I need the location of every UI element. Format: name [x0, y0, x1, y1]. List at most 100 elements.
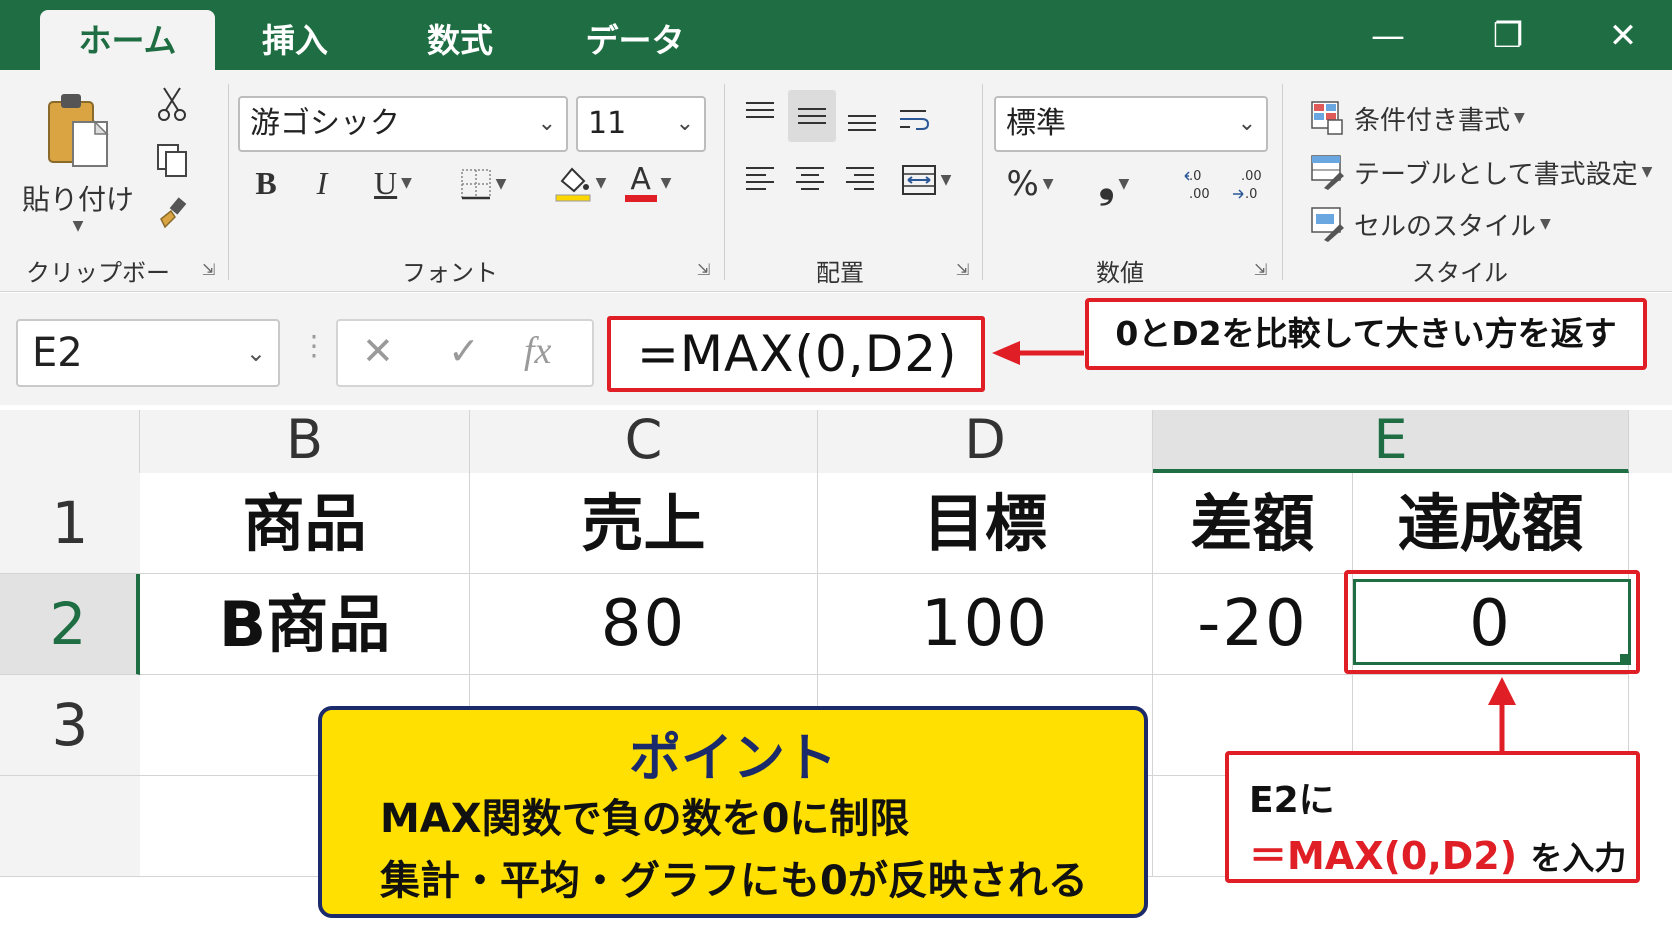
formula-input[interactable]: =MAX(0,D2) [607, 316, 985, 392]
merge-center-button[interactable]: ▼ [892, 158, 960, 202]
row-header-4[interactable] [0, 776, 140, 877]
cell-styles-icon [1311, 207, 1344, 242]
cell-styles-label: セルのスタイル [1354, 211, 1537, 242]
clipboard-launcher-icon[interactable]: ⇲ [202, 260, 222, 280]
cell-c1[interactable]: 売上 [470, 473, 818, 574]
font-name-dropdown[interactable]: 游ゴシック ⌄ [238, 96, 568, 152]
caret-down-icon: ▼ [1641, 164, 1653, 180]
divider [982, 84, 983, 280]
column-header-e[interactable]: E [1153, 410, 1629, 473]
comma-style-button[interactable]: ❟ ▼ [1082, 161, 1146, 207]
e2-callout-suffix: を入力 [1530, 839, 1627, 877]
minimize-button[interactable]: — [1360, 14, 1416, 58]
paste-button[interactable]: 貼り付け ▼ [22, 82, 134, 242]
font-color-swatch [624, 194, 657, 202]
column-header-d[interactable]: D [818, 410, 1153, 473]
percent-style-button[interactable]: % ▼ [998, 162, 1062, 206]
cell-e1-achieved[interactable]: 達成額 [1353, 473, 1629, 574]
e2-callout-formula: ＝MAX(0,D2) [1249, 834, 1518, 878]
row-header-1[interactable]: 1 [0, 473, 140, 574]
align-right-button[interactable] [838, 158, 882, 202]
name-box[interactable]: E2 ⌄ [16, 319, 280, 387]
number-format-dropdown[interactable]: 標準 ⌄ [994, 96, 1268, 152]
italic-button[interactable]: I [302, 162, 342, 204]
borders-button[interactable]: ▼ [448, 164, 518, 204]
format-as-table-icon [1311, 155, 1344, 190]
row-header-2[interactable]: 2 [0, 574, 140, 675]
paint-bucket-icon [555, 167, 591, 202]
cancel-icon[interactable]: ✕ [362, 329, 394, 373]
wrap-text-button[interactable] [892, 100, 936, 140]
column-header-b[interactable]: B [140, 410, 470, 473]
cut-button[interactable] [152, 84, 192, 124]
selected-cell-highlight [1344, 570, 1640, 674]
arrow-up-icon [1488, 677, 1516, 755]
svg-text:.0: .0 [1189, 169, 1201, 184]
cell-styles-button[interactable]: セルのスタイル ▼ [1310, 204, 1551, 244]
tab-home[interactable]: ホーム [40, 10, 215, 70]
fill-handle[interactable] [1620, 654, 1629, 663]
font-size-dropdown[interactable]: 11 ⌄ [576, 96, 706, 152]
wrap-text-icon [900, 110, 930, 130]
select-all-corner[interactable] [0, 410, 140, 473]
clipboard-icon [48, 94, 109, 167]
tab-data[interactable]: データ [570, 10, 700, 70]
alignment-group-label: 配置 [816, 259, 864, 287]
number-launcher-icon[interactable]: ⇲ [1254, 260, 1274, 280]
e2-input-callout: E2に ＝MAX(0,D2) を入力 [1225, 751, 1640, 883]
align-top-button[interactable] [738, 92, 782, 136]
conditional-formatting-icon [1311, 101, 1343, 135]
enter-icon[interactable]: ✓ [448, 329, 480, 373]
decrease-decimal-button[interactable]: .00 .0 [1228, 162, 1272, 206]
row-header-3[interactable]: 3 [0, 675, 140, 776]
formula-bar-grip-icon[interactable]: ⋮ [300, 329, 328, 362]
arrow-left-icon [992, 341, 1084, 365]
conditional-formatting-label: 条件付き書式 [1354, 105, 1511, 136]
number-format-value: 標準 [1006, 106, 1066, 141]
font-color-glyph: A [630, 161, 651, 197]
align-center-icon [796, 167, 824, 190]
tab-formulas[interactable]: 数式 [405, 10, 515, 70]
caret-down-icon: ▼ [660, 175, 672, 191]
font-launcher-icon[interactable]: ⇲ [697, 260, 717, 280]
copy-button[interactable] [152, 140, 192, 180]
font-size-value: 11 [588, 106, 627, 141]
align-bottom-icon [848, 115, 876, 131]
chevron-down-icon: ▼ [72, 218, 84, 234]
align-bottom-button[interactable] [840, 96, 884, 142]
align-left-icon [746, 167, 774, 190]
cell-b2[interactable]: B商品 [140, 574, 470, 675]
align-left-button[interactable] [738, 158, 782, 202]
format-as-table-button[interactable]: テーブルとして書式設定 ▼ [1310, 152, 1652, 192]
conditional-formatting-button[interactable]: 条件付き書式 ▼ [1310, 98, 1525, 138]
caret-down-icon: ▼ [940, 172, 952, 188]
font-color-button[interactable]: A ▼ [616, 160, 680, 206]
cell-d2[interactable]: 100 [818, 574, 1153, 675]
brush-icon [160, 197, 187, 229]
underline-glyph: U [374, 164, 398, 201]
cell-d1[interactable]: 目標 [818, 473, 1153, 574]
merge-cells-icon [901, 165, 936, 195]
increase-decimal-button[interactable]: .0 .00 [1180, 162, 1224, 206]
align-center-button[interactable] [788, 158, 832, 202]
svg-text:.00: .00 [1189, 187, 1210, 202]
bold-button[interactable]: B [246, 162, 286, 204]
column-header-c[interactable]: C [470, 410, 818, 473]
formula-bar-buttons: ✕ ✓ fx [336, 319, 594, 387]
alignment-launcher-icon[interactable]: ⇲ [956, 260, 976, 280]
maximize-button[interactable]: ❐ [1480, 14, 1536, 58]
format-painter-button[interactable] [152, 194, 192, 234]
cell-diff-value[interactable]: -20 [1153, 574, 1353, 675]
svg-text:.00: .00 [1241, 169, 1262, 184]
styles-group-label: スタイル [1412, 259, 1508, 287]
cell-c2[interactable]: 80 [470, 574, 818, 675]
cell-e1-diff[interactable]: 差額 [1153, 473, 1353, 574]
cell-b1[interactable]: 商品 [140, 473, 470, 574]
align-middle-button[interactable] [788, 90, 836, 142]
underline-button[interactable]: U ▼ [360, 162, 426, 204]
close-button[interactable]: ✕ [1595, 14, 1651, 58]
tab-insert[interactable]: 挿入 [240, 10, 350, 70]
number-group-label: 数値 [1096, 259, 1144, 287]
fill-color-button[interactable]: ▼ [548, 160, 612, 206]
insert-function-icon[interactable]: fx [524, 329, 551, 373]
